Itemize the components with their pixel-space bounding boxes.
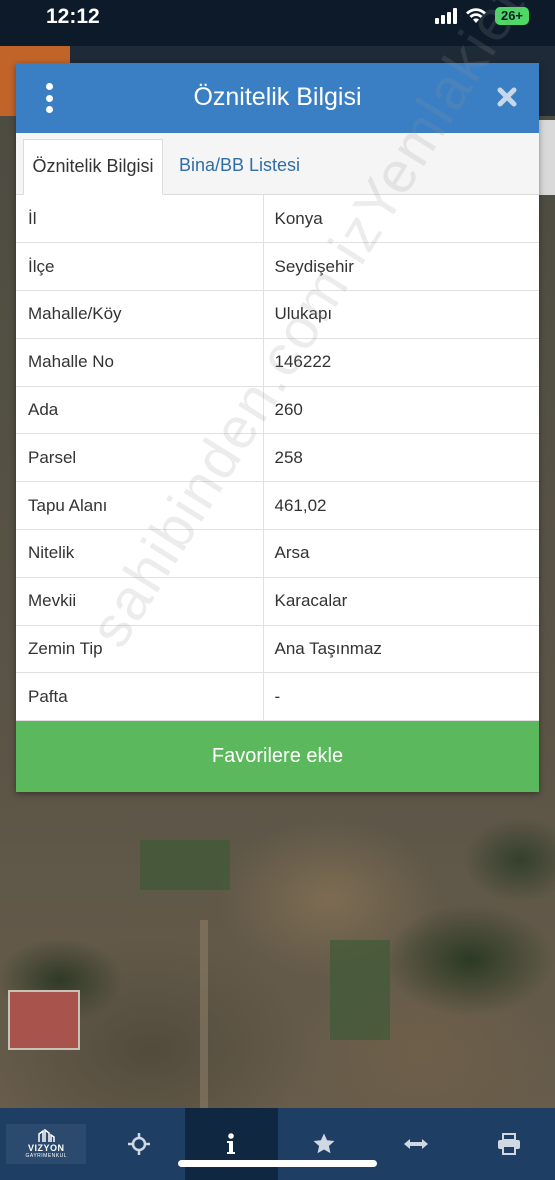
bottom-nav: VIZYON GAYRIMENKUL — [0, 1108, 555, 1180]
wifi-icon — [465, 8, 487, 24]
tab-building-list[interactable]: Bina/BB Listesi — [179, 139, 300, 195]
attribute-key: Zemin Tip — [16, 625, 264, 673]
attribute-value: 461,02 — [274, 495, 327, 515]
attribute-key: Tapu Alanı — [16, 481, 264, 530]
attribute-value: Konya — [274, 208, 323, 228]
nav-print[interactable] — [463, 1108, 555, 1180]
status-time: 12:12 — [46, 5, 100, 28]
attribute-key: Ada — [16, 386, 264, 434]
tabs-bar: Öznitelik Bilgisi Bina/BB Listesi — [16, 133, 539, 195]
close-icon[interactable] — [495, 85, 519, 109]
map-field — [140, 840, 230, 890]
info-icon — [227, 1133, 236, 1154]
attribute-key: Mahalle No — [16, 338, 264, 387]
signal-icon — [435, 8, 457, 24]
attribute-value: 258 — [274, 447, 303, 467]
logo-text: VIZYON — [27, 1143, 65, 1153]
table-row: Tapu Alanı 461,02 — [16, 481, 539, 530]
map-road — [200, 920, 208, 1110]
table-row: Mevkii Karacalar — [16, 577, 539, 626]
table-row: İlçe Seydişehir — [16, 242, 539, 291]
attribute-key: İlçe — [16, 242, 264, 291]
crosshair-icon — [127, 1133, 150, 1155]
status-bar: 12:12 26+ — [0, 0, 555, 46]
table-row: İl Konya — [16, 195, 539, 243]
star-icon — [313, 1133, 335, 1154]
attribute-value: - — [274, 686, 281, 706]
attribute-key: Nitelik — [16, 529, 264, 578]
modal-title: Öznitelik Bilgisi — [193, 83, 362, 111]
attribute-value: Seydişehir — [274, 256, 354, 276]
map-building — [8, 990, 80, 1050]
nav-info[interactable] — [185, 1108, 278, 1180]
attribute-value: Ana Taşınmaz — [274, 639, 382, 659]
map-edge-panel — [539, 120, 555, 195]
attribute-key: Mahalle/Köy — [16, 290, 264, 339]
attribute-value: Arsa — [274, 543, 310, 563]
attribute-value: 146222 — [274, 352, 332, 372]
nav-favorites[interactable] — [278, 1108, 371, 1180]
attribute-key: Pafta — [16, 672, 264, 721]
table-row: Nitelik Arsa — [16, 529, 539, 578]
logo-icon: VIZYON GAYRIMENKUL — [6, 1124, 87, 1164]
attribute-value: 260 — [274, 400, 303, 420]
attribute-key: İl — [16, 195, 264, 243]
measure-icon — [404, 1139, 429, 1149]
modal-header: Öznitelik Bilgisi — [16, 63, 539, 133]
nav-measure[interactable] — [370, 1108, 463, 1180]
table-row: Ada 260 — [16, 386, 539, 434]
attribute-value: Ulukapı — [274, 304, 333, 324]
home-indicator — [178, 1160, 377, 1167]
table-row: Mahalle/Köy Ulukapı — [16, 290, 539, 339]
table-row: Mahalle No 146222 — [16, 338, 539, 387]
attribute-modal: Öznitelik Bilgisi Öznitelik Bilgisi Bina… — [16, 0, 555, 792]
attribute-table: İl Konya İlçe Seydişehir Mahalle/Köy Ulukapı M… — [16, 195, 539, 721]
nav-logo[interactable]: VIZYON GAYRIMENKUL — [0, 1108, 93, 1180]
print-icon — [497, 1133, 520, 1155]
logo-subtext: GAYRIMENKUL — [25, 1153, 68, 1159]
table-row: Parsel 258 — [16, 433, 539, 482]
add-to-favorites-button[interactable]: Favorilere ekle — [16, 721, 539, 792]
table-row: Zemin Tip Ana Taşınmaz — [16, 625, 539, 673]
tab-attribute-info[interactable]: Öznitelik Bilgisi — [23, 139, 163, 195]
attribute-key: Mevkii — [16, 577, 264, 626]
map-field — [330, 940, 390, 1040]
table-row: Pafta - — [16, 672, 539, 721]
attribute-key: Parsel — [16, 433, 264, 482]
battery-icon: 26+ — [495, 7, 529, 25]
nav-locate[interactable] — [93, 1108, 186, 1180]
status-icons: 26+ — [435, 7, 529, 25]
attribute-value: Karacalar — [274, 591, 348, 611]
